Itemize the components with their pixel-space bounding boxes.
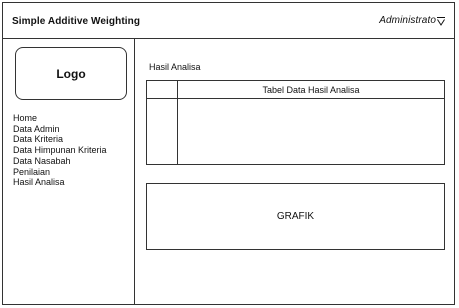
page-title: Hasil Analisa xyxy=(149,62,201,72)
admin-menu[interactable]: Administrato xyxy=(379,15,446,26)
main-content: Hasil Analisa Tabel Data Hasil Analisa G… xyxy=(135,38,455,305)
sidebar: Logo Home Data Admin Data Kriteria Data … xyxy=(2,38,135,305)
chevron-down-icon xyxy=(437,16,445,26)
sidebar-item-data-himpunan-kriteria[interactable]: Data Himpunan Kriteria xyxy=(13,145,107,156)
sidebar-item-hasil-analisa[interactable]: Hasil Analisa xyxy=(13,177,107,188)
admin-label: Administrato xyxy=(379,15,436,26)
sidebar-item-data-admin[interactable]: Data Admin xyxy=(13,124,107,135)
sidebar-nav: Home Data Admin Data Kriteria Data Himpu… xyxy=(13,113,107,188)
header-bar: Simple Additive Weighting Administrato xyxy=(2,2,455,39)
sidebar-item-data-nasabah[interactable]: Data Nasabah xyxy=(13,156,107,167)
sidebar-item-penilaian[interactable]: Penilaian xyxy=(13,167,107,178)
results-table: Tabel Data Hasil Analisa xyxy=(146,80,445,165)
app-title: Simple Additive Weighting xyxy=(12,16,141,27)
sidebar-item-data-kriteria[interactable]: Data Kriteria xyxy=(13,134,107,145)
chart-placeholder: GRAFIK xyxy=(146,183,445,250)
sidebar-item-home[interactable]: Home xyxy=(13,113,107,124)
logo: Logo xyxy=(15,47,127,100)
table-title: Tabel Data Hasil Analisa xyxy=(262,84,360,95)
table-header-divider xyxy=(147,98,444,99)
